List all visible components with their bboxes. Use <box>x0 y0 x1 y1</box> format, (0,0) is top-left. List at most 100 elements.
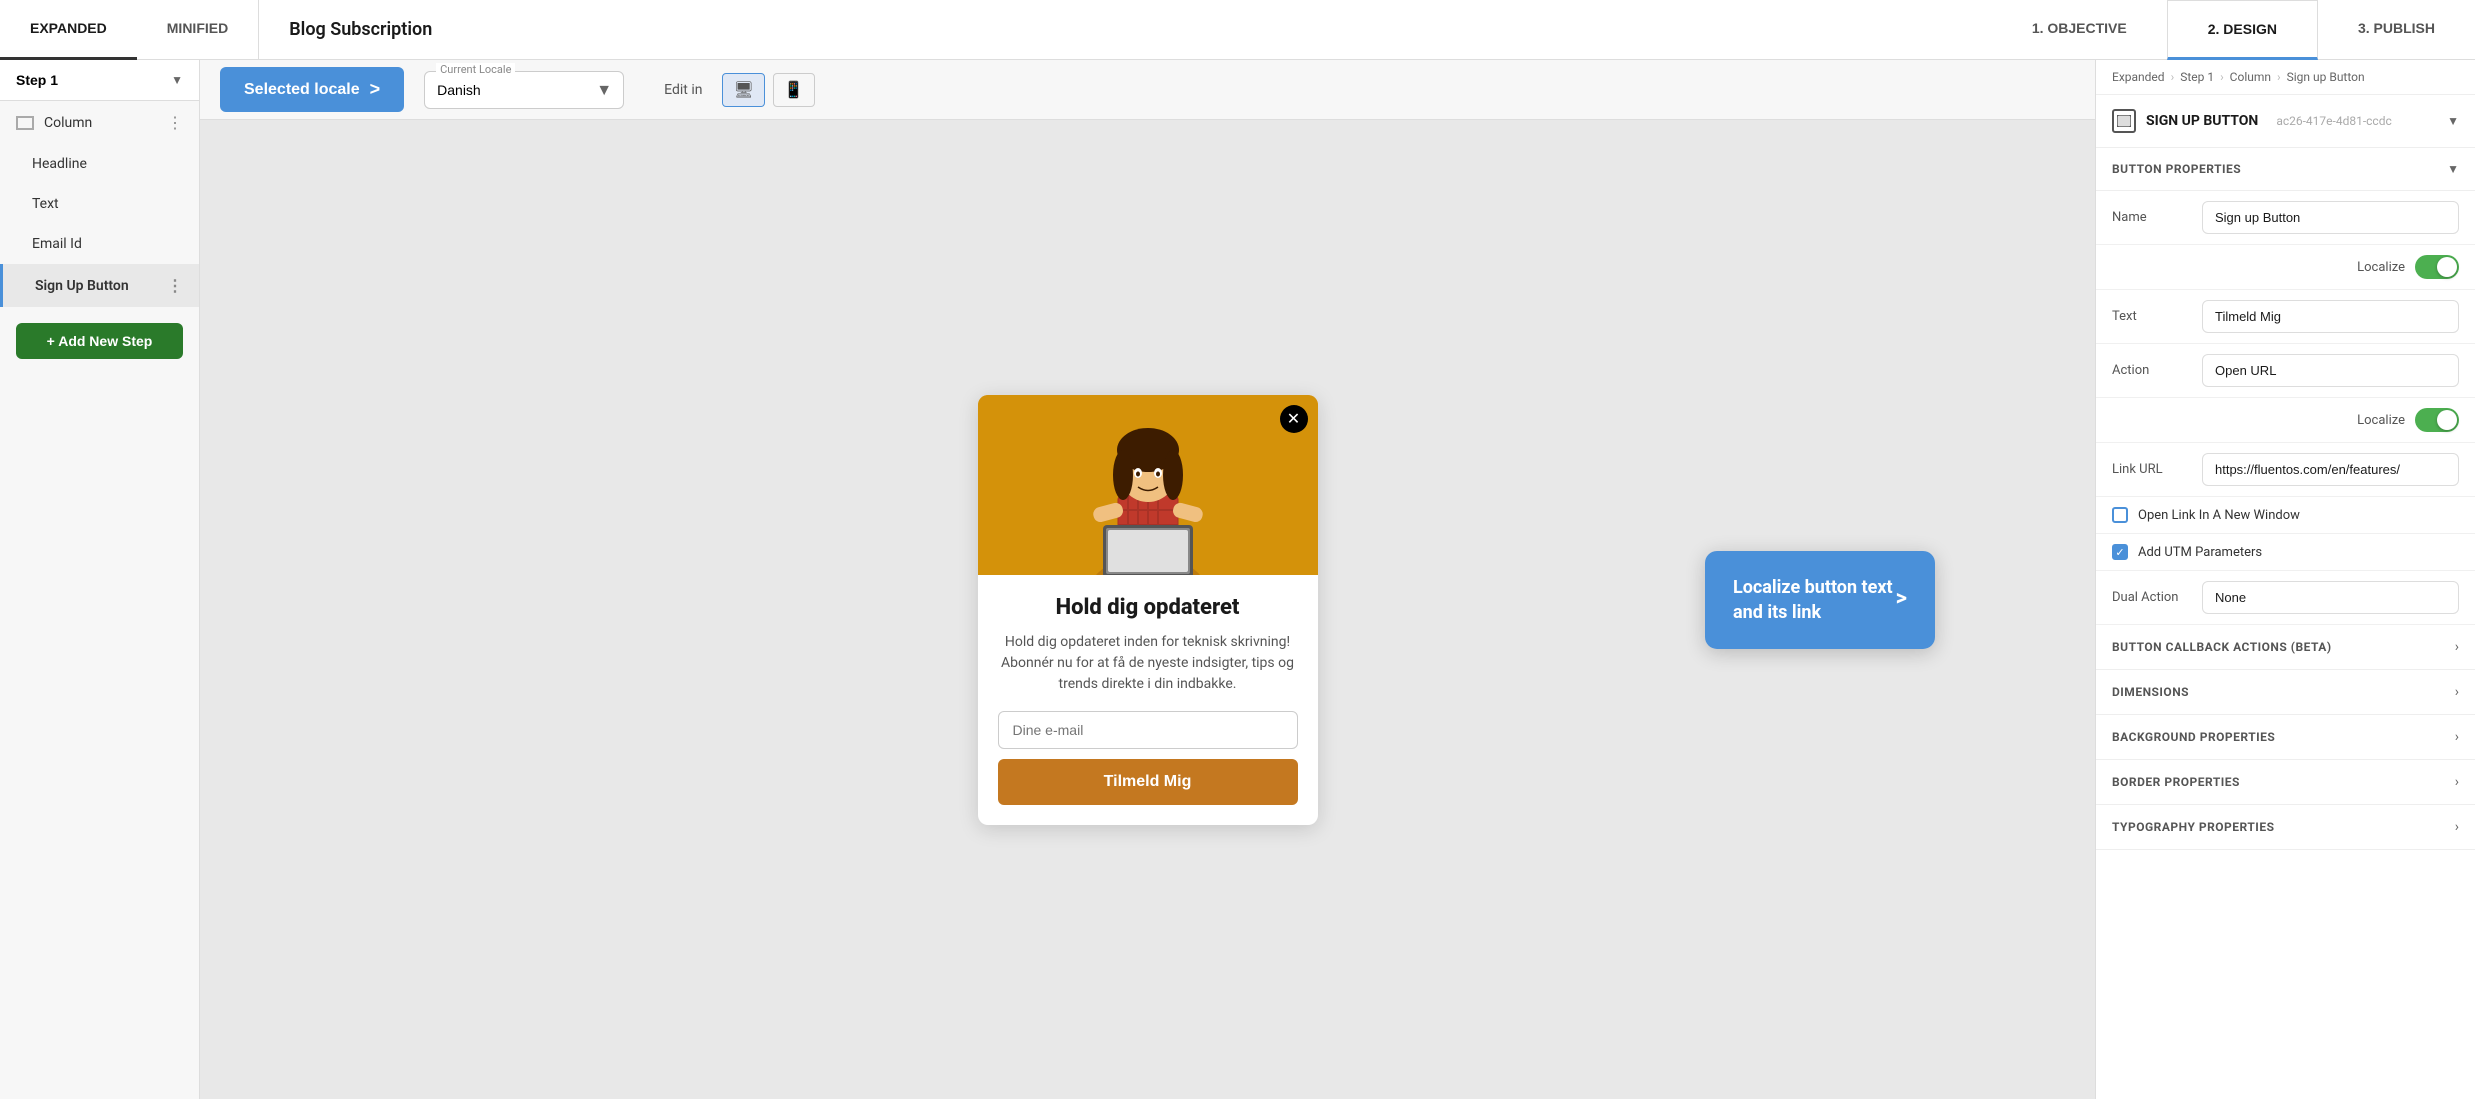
button-callback-title: BUTTON CALLBACK ACTIONS (BETA) <box>2112 640 2332 654</box>
background-properties-section[interactable]: BACKGROUND PROPERTIES › <box>2096 715 2475 760</box>
breadcrumb-signup-btn: Sign up Button <box>2287 70 2365 84</box>
localize-1-label: Localize <box>2357 260 2405 275</box>
tab-publish[interactable]: 3. PUBLISH <box>2318 0 2475 60</box>
breadcrumb-step1: Step 1 <box>2180 70 2214 84</box>
current-locale-select[interactable]: Danish <box>424 71 624 109</box>
name-label: Name <box>2112 210 2202 225</box>
sidebar-item-headline-label: Headline <box>32 156 87 172</box>
tooltip-arrow-icon: > <box>1896 584 1907 615</box>
name-input[interactable] <box>2202 201 2459 234</box>
add-utm-checkbox[interactable]: ✓ <box>2112 544 2128 560</box>
button-callback-section[interactable]: BUTTON CALLBACK ACTIONS (BETA) › <box>2096 625 2475 670</box>
edit-in-icons: 🖥 📱 <box>722 73 814 107</box>
locale-btn-arrow-icon: > <box>370 79 381 100</box>
localize-toggle-1[interactable] <box>2415 255 2459 279</box>
modal-title: Hold dig opdateret <box>998 595 1298 620</box>
breadcrumb-sep-2: › <box>2220 70 2224 84</box>
button-properties-section[interactable]: BUTTON PROPERTIES ▼ <box>2096 148 2475 191</box>
border-properties-title: BORDER PROPERTIES <box>2112 775 2240 789</box>
modal-body: Hold dig opdateret Hold dig opdateret in… <box>978 575 1318 825</box>
step-select[interactable]: Step 1 <box>16 72 171 88</box>
sidebar-item-headline[interactable]: Headline <box>0 144 199 184</box>
add-new-step-button[interactable]: + Add New Step <box>16 323 183 359</box>
open-link-label: Open Link In A New Window <box>2138 508 2300 523</box>
sidebar-item-signup-label: Sign Up Button <box>35 278 129 294</box>
text-property-row: Text <box>2096 290 2475 344</box>
top-bar-right: 1. OBJECTIVE 2. DESIGN 3. PUBLISH <box>1992 0 2475 60</box>
open-link-checkbox[interactable] <box>2112 507 2128 523</box>
typography-properties-title: TYPOGRAPHY PROPERTIES <box>2112 820 2274 834</box>
current-locale-select-wrap: Current Locale Danish ▼ <box>424 71 624 109</box>
tab-design[interactable]: 2. DESIGN <box>2167 0 2318 60</box>
sidebar: Step 1 ▼ Column ⋮ Headline Text Email Id… <box>0 60 200 1099</box>
typography-properties-section[interactable]: TYPOGRAPHY PROPERTIES › <box>2096 805 2475 850</box>
panel-component-icon <box>2112 109 2136 133</box>
text-label: Text <box>2112 309 2202 324</box>
text-input[interactable] <box>2202 300 2459 333</box>
canvas-content: ✕ Hold dig opdateret Hold dig opdateret … <box>200 120 2095 1099</box>
sidebar-item-email-id[interactable]: Email Id <box>0 224 199 264</box>
add-utm-checkbox-row: ✓ Add UTM Parameters <box>2096 534 2475 571</box>
background-properties-title: BACKGROUND PROPERTIES <box>2112 730 2275 744</box>
right-panel: Expanded › Step 1 › Column › Sign up But… <box>2095 60 2475 1099</box>
dual-action-label: Dual Action <box>2112 590 2202 605</box>
sign-up-dots-menu[interactable]: ⋮ <box>167 276 183 295</box>
column-dots-menu[interactable]: ⋮ <box>167 113 183 132</box>
localize-toggle-row-2: Localize <box>2096 398 2475 443</box>
selected-locale-button[interactable]: Selected locale > <box>220 67 404 112</box>
modal-description: Hold dig opdateret inden for teknisk skr… <box>998 632 1298 695</box>
canvas-toolbar: Selected locale > Current Locale Danish … <box>200 60 2095 120</box>
sidebar-item-column-label: Column <box>44 115 92 131</box>
open-link-checkbox-row: Open Link In A New Window <box>2096 497 2475 534</box>
locale-btn-label: Selected locale <box>244 81 360 99</box>
tooltip-text: Localize button text and its link <box>1733 574 1896 624</box>
breadcrumb-sep-3: › <box>2277 70 2281 84</box>
link-url-property-row: Link URL <box>2096 443 2475 497</box>
top-bar: EXPANDED MINIFIED Blog Subscription 1. O… <box>0 0 2475 60</box>
desktop-view-button[interactable]: 🖥 <box>722 73 764 107</box>
button-properties-title: BUTTON PROPERTIES <box>2112 162 2241 176</box>
breadcrumb-column: Column <box>2230 70 2271 84</box>
canvas-area: Selected locale > Current Locale Danish … <box>200 60 2095 1099</box>
dimensions-expand-icon: › <box>2455 684 2459 700</box>
edit-in-label: Edit in <box>664 82 702 98</box>
tab-minified[interactable]: MINIFIED <box>137 0 258 60</box>
border-properties-section[interactable]: BORDER PROPERTIES › <box>2096 760 2475 805</box>
panel-header: SIGN UP BUTTON ac26-417e-4d81-ccdc ▼ <box>2096 95 2475 148</box>
localize-toggle-2[interactable] <box>2415 408 2459 432</box>
modal-submit-button[interactable]: Tilmeld Mig <box>998 759 1298 805</box>
link-url-label: Link URL <box>2112 462 2202 477</box>
modal-preview-card: ✕ Hold dig opdateret Hold dig opdateret … <box>978 395 1318 825</box>
panel-collapse-button[interactable]: ▼ <box>2447 114 2459 128</box>
tab-objective[interactable]: 1. OBJECTIVE <box>1992 0 2167 60</box>
sidebar-item-column[interactable]: Column ⋮ <box>0 101 199 144</box>
page-title: Blog Subscription <box>258 0 462 59</box>
border-expand-icon: › <box>2455 774 2459 790</box>
modal-close-button[interactable]: ✕ <box>1280 405 1308 433</box>
modal-email-input[interactable] <box>998 711 1298 749</box>
step-header[interactable]: Step 1 ▼ <box>0 60 199 101</box>
callback-expand-icon: › <box>2455 639 2459 655</box>
current-locale-label: Current Locale <box>436 63 515 76</box>
main-layout: Step 1 ▼ Column ⋮ Headline Text Email Id… <box>0 60 2475 1099</box>
breadcrumb: Expanded › Step 1 › Column › Sign up But… <box>2096 60 2475 95</box>
dimensions-section[interactable]: DIMENSIONS › <box>2096 670 2475 715</box>
localize-toggle-row-1: Localize <box>2096 245 2475 290</box>
column-icon <box>16 116 34 130</box>
dual-action-property-row: Dual Action None <box>2096 571 2475 625</box>
sidebar-item-text[interactable]: Text <box>0 184 199 224</box>
tab-expanded[interactable]: EXPANDED <box>0 0 137 60</box>
link-url-input[interactable] <box>2202 453 2459 486</box>
sidebar-item-sign-up-button[interactable]: Sign Up Button ⋮ <box>0 264 199 307</box>
action-label: Action <box>2112 363 2202 378</box>
panel-component-id: ac26-417e-4d81-ccdc <box>2276 114 2391 128</box>
mobile-view-button[interactable]: 📱 <box>773 73 815 107</box>
add-utm-label: Add UTM Parameters <box>2138 545 2262 560</box>
panel-component-type: SIGN UP BUTTON <box>2146 113 2258 129</box>
step-chevron-icon: ▼ <box>171 73 183 87</box>
background-expand-icon: › <box>2455 729 2459 745</box>
localize-tooltip-bubble: Localize button text and its link > <box>1705 550 1935 648</box>
dual-action-select[interactable]: None <box>2202 581 2459 614</box>
sidebar-item-text-label: Text <box>32 196 59 212</box>
action-select[interactable]: Open URL <box>2202 354 2459 387</box>
